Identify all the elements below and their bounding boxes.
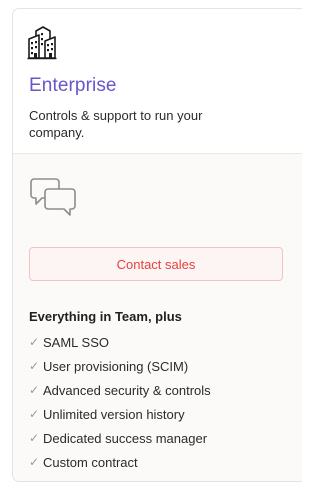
check-icon: ✓	[29, 431, 40, 445]
contact-sales-button[interactable]: Contact sales	[29, 247, 283, 281]
feature-label: Custom contract	[43, 454, 138, 470]
feature-label: SAML SSO	[43, 334, 109, 350]
feature-item: ✓ Advanced security & controls	[29, 378, 211, 402]
feature-label: Dedicated success manager	[43, 430, 208, 446]
plan-header: Enterprise Controls & support to run you…	[13, 9, 302, 154]
feature-label: User provisioning (SCIM)	[43, 358, 189, 374]
plan-name: Enterprise	[29, 75, 117, 96]
features-heading: Everything in Team, plus	[29, 309, 182, 324]
plan-description: Controls & support to run your company.	[29, 108, 203, 140]
feature-item: ✓ Custom contract	[29, 450, 211, 474]
check-icon: ✓	[29, 335, 40, 349]
check-icon: ✓	[29, 455, 40, 469]
enterprise-plan-card: Enterprise Controls & support to run you…	[12, 8, 302, 482]
feature-item: ✓ Unlimited version history	[29, 402, 211, 426]
check-icon: ✓	[29, 407, 40, 421]
chat-bubbles-icon	[30, 178, 76, 216]
feature-item: ✓ User provisioning (SCIM)	[29, 354, 211, 378]
feature-item: ✓ SAML SSO	[29, 330, 211, 354]
office-buildings-icon	[27, 26, 57, 60]
features-list: ✓ SAML SSO ✓ User provisioning (SCIM) ✓ …	[29, 330, 211, 474]
feature-label: Advanced security & controls	[43, 382, 211, 398]
check-icon: ✓	[29, 359, 40, 373]
feature-label: Unlimited version history	[43, 406, 185, 422]
feature-item: ✓ Dedicated success manager	[29, 426, 211, 450]
check-icon: ✓	[29, 383, 40, 397]
